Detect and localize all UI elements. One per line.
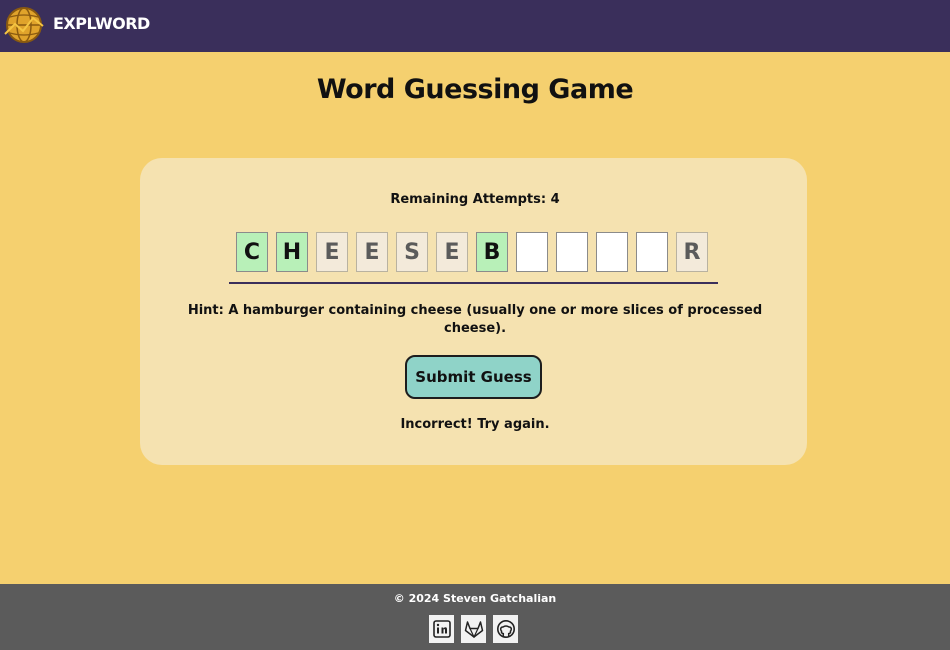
- brand-name[interactable]: EXPLWORD: [53, 14, 150, 33]
- letter-tile[interactable]: [596, 232, 628, 272]
- linkedin-icon: [432, 620, 451, 638]
- submit-guess-button[interactable]: Submit Guess: [405, 355, 542, 399]
- letter-tile[interactable]: E: [356, 232, 388, 272]
- globe-logo-icon[interactable]: [3, 4, 45, 46]
- linkedin-link[interactable]: [429, 615, 454, 643]
- letter-tile[interactable]: E: [316, 232, 348, 272]
- gitlab-icon: [464, 621, 483, 638]
- letter-tile[interactable]: [636, 232, 668, 272]
- gitlab-link[interactable]: [461, 615, 486, 643]
- tile-letter: B: [483, 239, 501, 265]
- github-icon: [496, 620, 515, 638]
- letter-tile[interactable]: [516, 232, 548, 272]
- tile-letter: H: [282, 239, 302, 265]
- remaining-attempts: Remaining Attempts: 4: [390, 192, 560, 207]
- letter-tile[interactable]: R: [676, 232, 708, 272]
- tile-letter: E: [444, 239, 460, 265]
- letter-tile[interactable]: C: [236, 232, 268, 272]
- github-link[interactable]: [493, 615, 518, 643]
- letter-tile[interactable]: B: [476, 232, 508, 272]
- tile-letter: C: [243, 239, 261, 265]
- letter-tile[interactable]: [556, 232, 588, 272]
- letter-tiles: C H E E S E B R: [236, 232, 716, 274]
- navbar: EXPLWORD: [0, 0, 950, 52]
- tile-letter: E: [324, 239, 340, 265]
- tile-letter: S: [404, 239, 420, 265]
- footer: © 2024 Steven Gatchalian: [0, 584, 950, 650]
- copyright-text: © 2024 Steven Gatchalian: [393, 592, 557, 605]
- letter-tile[interactable]: E: [436, 232, 468, 272]
- page-title: Word Guessing Game: [316, 74, 634, 105]
- tile-letter: E: [364, 239, 380, 265]
- letter-tile[interactable]: S: [396, 232, 428, 272]
- hint-text: Hint: A hamburger containing cheese (usu…: [187, 303, 763, 336]
- word-underline: [229, 282, 718, 284]
- feedback-message: Incorrect! Try again.: [400, 417, 550, 432]
- letter-tile[interactable]: H: [276, 232, 308, 272]
- tile-letter: R: [683, 239, 701, 265]
